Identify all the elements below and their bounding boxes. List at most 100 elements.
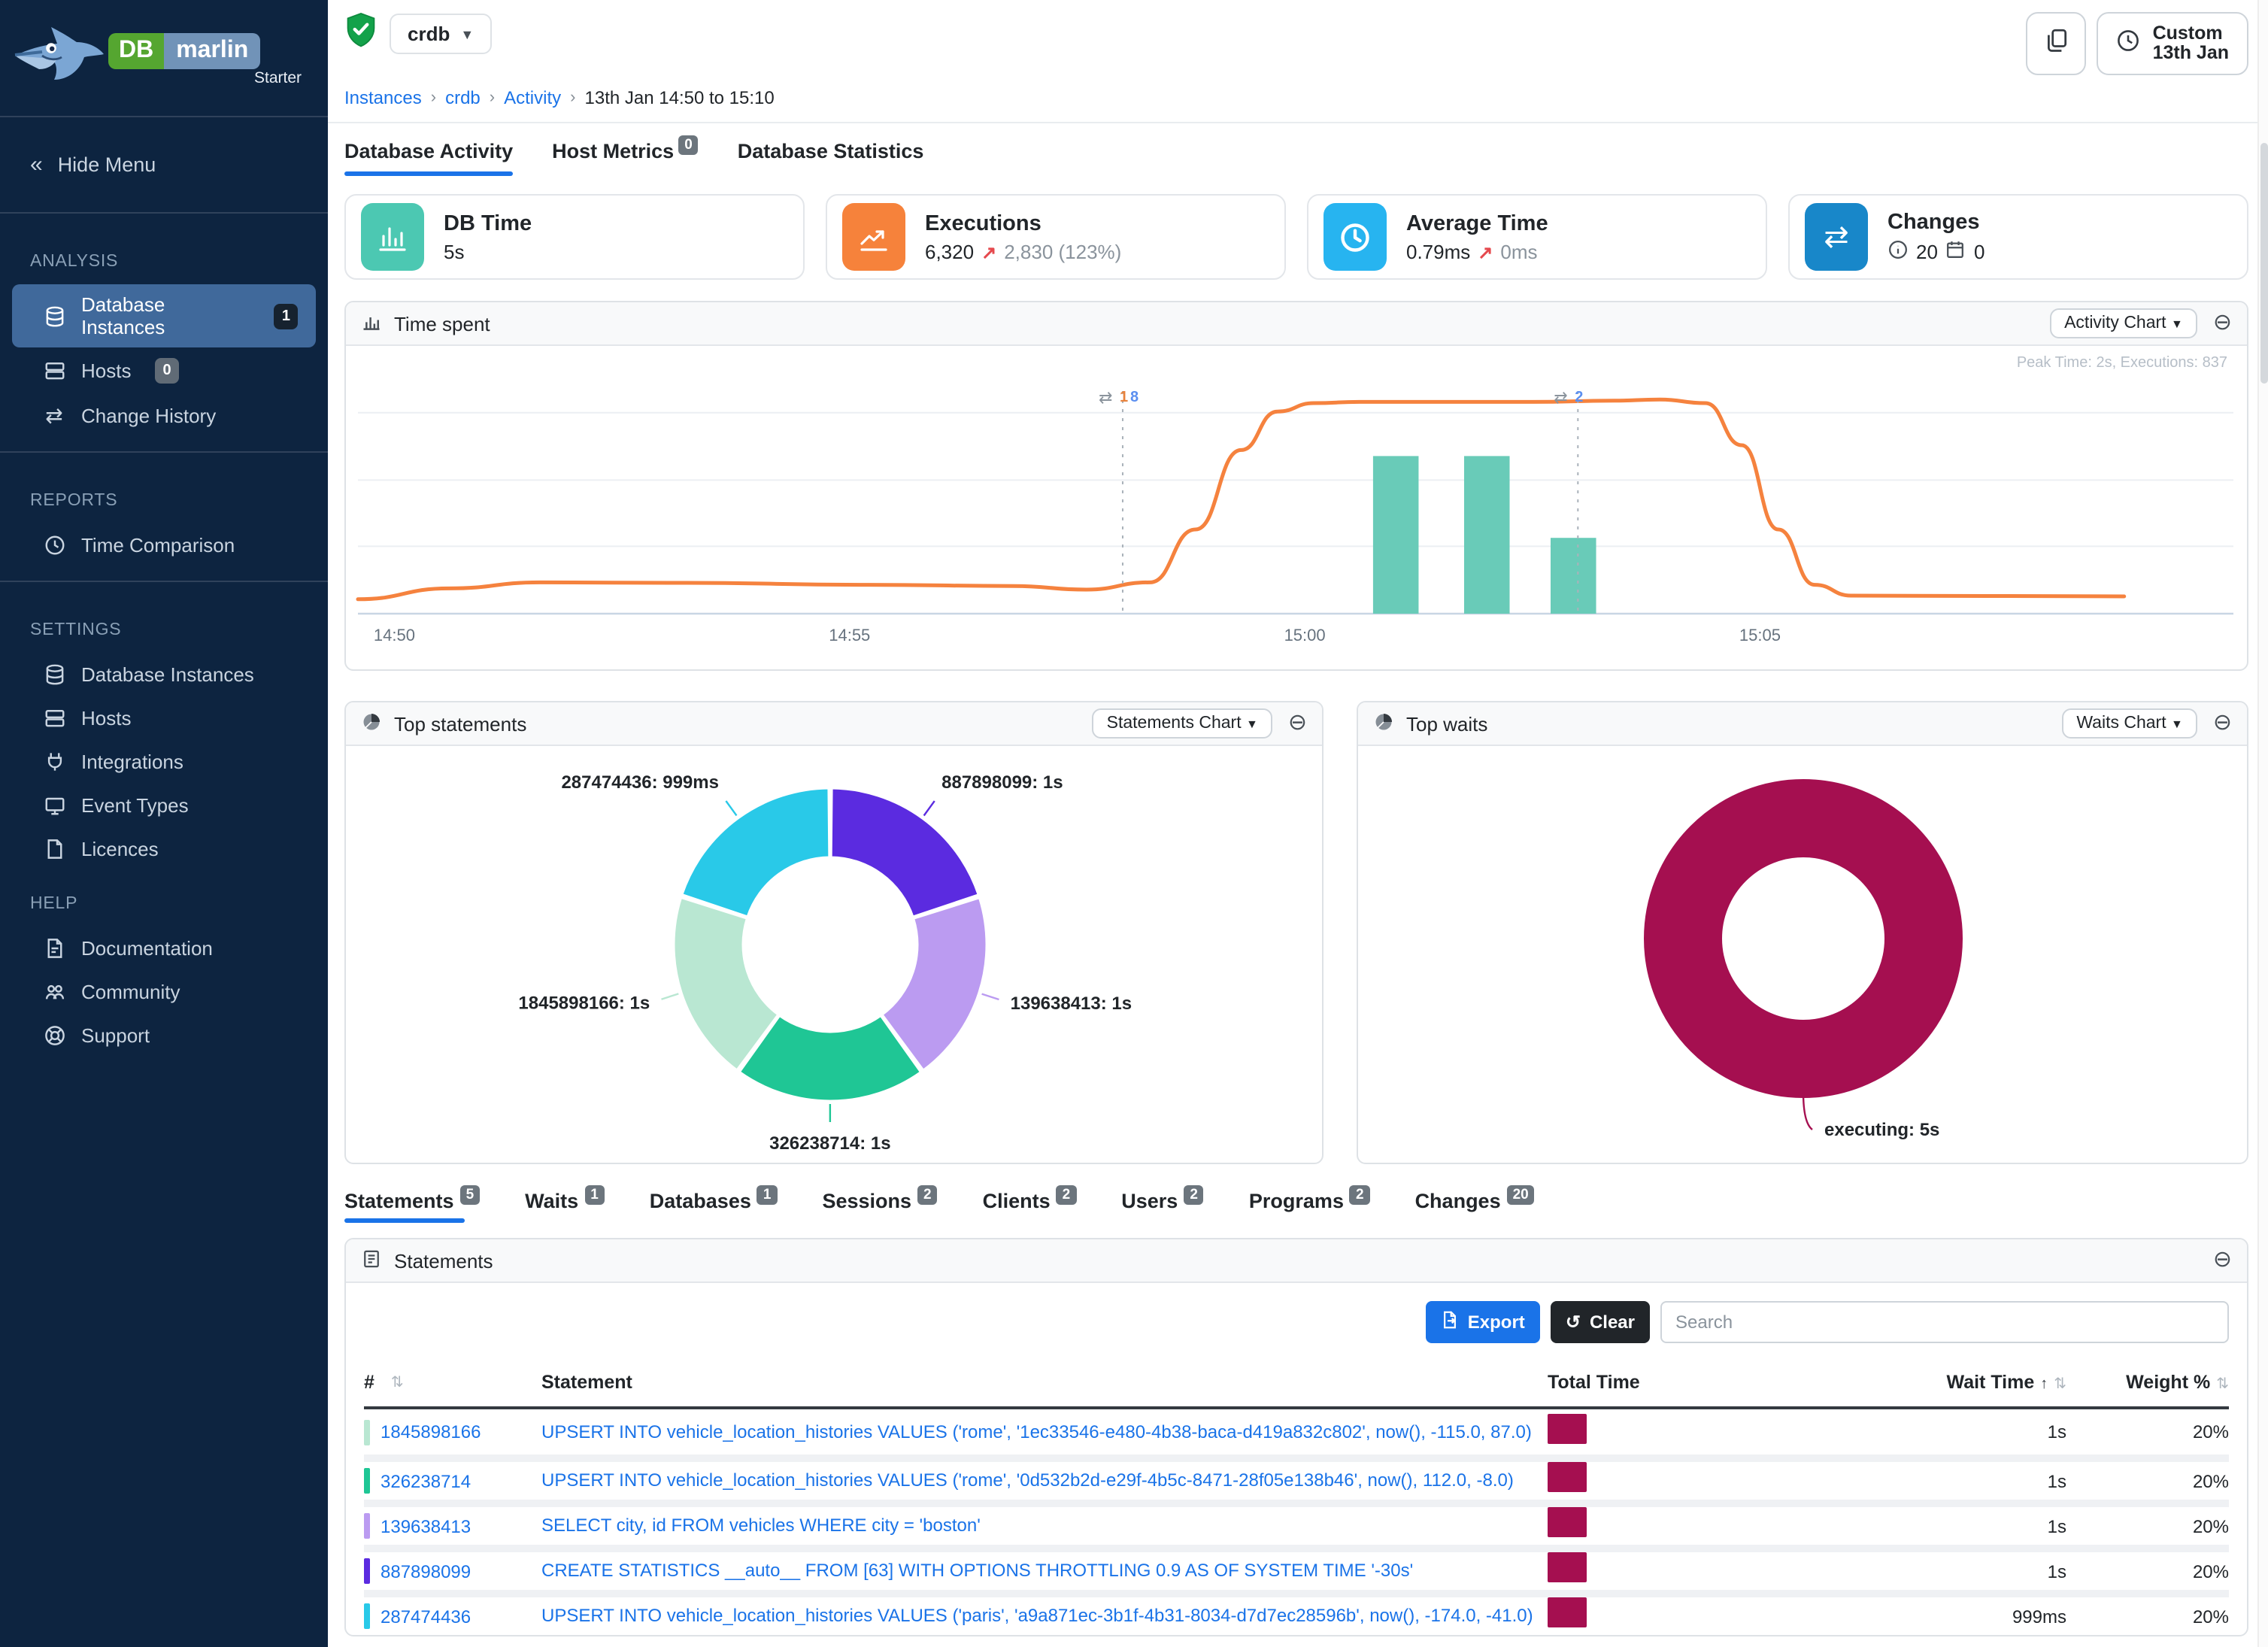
top-waits-chart[interactable]: executing: 5s	[1358, 746, 2247, 1163]
tab-database-activity[interactable]: Database Activity	[344, 140, 513, 176]
sidebar-item-documentation[interactable]: Documentation	[12, 927, 316, 969]
chevron-double-left-icon: «	[30, 152, 43, 177]
change-marker-icon[interactable]: ⇄	[1554, 388, 1567, 407]
metric-card-average-time[interactable]: Average Time0.79ms↗0ms	[1307, 194, 1767, 280]
sidebar-item-database-instances[interactable]: Database Instances	[12, 653, 316, 695]
sort-icon: ⇅	[2216, 1376, 2229, 1393]
tab-database-statistics[interactable]: Database Statistics	[738, 140, 924, 176]
table-header-row: #⇅StatementTotal TimeWait Time↑⇅Weight %…	[364, 1358, 2229, 1409]
statement-id-link[interactable]: 287474436	[381, 1606, 471, 1627]
statement-link[interactable]: UPSERT INTO vehicle_location_histories V…	[541, 1421, 1532, 1442]
statement-id-cell: 139638413	[364, 1513, 541, 1539]
activity-chart-selector[interactable]: Activity Chart ▼	[2049, 308, 2198, 338]
sidebar-item-event-types[interactable]: Event Types	[12, 784, 316, 826]
licence-icon	[42, 836, 66, 860]
clear-button[interactable]: ↺ Clear	[1551, 1301, 1650, 1343]
tab-label: Changes	[1415, 1190, 1501, 1212]
statement-id-cell: 887898099	[364, 1558, 541, 1584]
sidebar-item-database-instances[interactable]: Database Instances1	[12, 284, 316, 347]
donut-slice[interactable]	[1683, 818, 1924, 1059]
time-range-button[interactable]: Custom 13th Jan	[2097, 12, 2248, 75]
column-header-wait-time[interactable]: Wait Time↑⇅	[1924, 1372, 2066, 1393]
collapse-panel-icon[interactable]: ⊖	[2213, 1250, 2232, 1271]
count-badge: 0	[678, 135, 699, 155]
sidebar-item-change-history[interactable]: ⇄Change History	[12, 394, 316, 436]
donut-slice[interactable]	[682, 788, 829, 917]
metric-card-db-time[interactable]: DB Time5s	[344, 194, 805, 280]
collapse-panel-icon[interactable]: ⊖	[1288, 713, 1307, 734]
hide-menu-button[interactable]: « Hide Menu	[0, 132, 328, 197]
scrollbar-thumb[interactable]	[2260, 143, 2268, 384]
sidebar-item-integrations[interactable]: Integrations	[12, 740, 316, 782]
export-button[interactable]: Export	[1426, 1301, 1540, 1343]
tab-clients[interactable]: Clients2	[983, 1190, 1077, 1223]
activity-bar[interactable]	[1373, 456, 1419, 614]
count-badge: 20	[1507, 1185, 1535, 1205]
sidebar-item-community[interactable]: Community	[12, 970, 316, 1012]
statement-link[interactable]: UPSERT INTO vehicle_location_histories V…	[541, 1470, 1514, 1491]
breadcrumb-item[interactable]: Instances	[344, 87, 422, 108]
tab-sessions[interactable]: Sessions2	[822, 1190, 937, 1223]
database-icon	[42, 304, 66, 328]
statement-id-link[interactable]: 326238714	[381, 1470, 471, 1491]
sidebar-section-label: ANALYSIS	[0, 229, 328, 283]
bars-icon	[361, 203, 424, 271]
collapse-panel-icon[interactable]: ⊖	[2213, 313, 2232, 334]
sidebar-item-label: Hosts	[81, 359, 131, 382]
breadcrumb-separator: ›	[490, 89, 495, 107]
statement-id-link[interactable]: 1845898166	[381, 1421, 481, 1442]
sidebar-item-label: Licences	[81, 837, 159, 860]
statement-id-link[interactable]: 139638413	[381, 1515, 471, 1536]
statement-link[interactable]: UPSERT INTO vehicle_location_histories V…	[541, 1606, 1533, 1627]
tab-databases[interactable]: Databases1	[650, 1190, 778, 1223]
instance-selector[interactable]: crdb ▼	[390, 14, 492, 54]
top-statements-chart[interactable]: 887898099: 1s139638413: 1s326238714: 1s1…	[346, 746, 1322, 1163]
tab-waits[interactable]: Waits1	[525, 1190, 605, 1223]
breadcrumb-item[interactable]: crdb	[445, 87, 481, 108]
divider	[0, 451, 328, 453]
statement-link[interactable]: SELECT city, id FROM vehicles WHERE city…	[541, 1515, 981, 1536]
activity-bar[interactable]	[1464, 456, 1510, 614]
search-input[interactable]	[1660, 1301, 2229, 1343]
breadcrumb-item[interactable]: Activity	[504, 87, 561, 108]
db-time-line[interactable]	[358, 399, 2124, 599]
statement-list-icon	[361, 1248, 382, 1273]
metric-card-changes[interactable]: ⇄Changes200	[1788, 194, 2248, 280]
column-header-weight-[interactable]: Weight %⇅	[2066, 1372, 2229, 1393]
brand-marlin-badge: marlin	[164, 33, 260, 69]
copy-link-button[interactable]	[2027, 12, 2087, 75]
sidebar-item-licences[interactable]: Licences	[12, 827, 316, 869]
sidebar-item-support[interactable]: Support	[12, 1014, 316, 1056]
tab-users[interactable]: Users2	[1121, 1190, 1204, 1223]
tab-statements[interactable]: Statements5	[344, 1190, 480, 1223]
statement-link[interactable]: CREATE STATISTICS __auto__ FROM [63] WIT…	[541, 1561, 1413, 1582]
sidebar-item-hosts[interactable]: Hosts0	[12, 349, 316, 393]
column-header--[interactable]: #⇅	[364, 1372, 541, 1393]
wait-time-cell: 1s	[1924, 1515, 2066, 1536]
waits-chart-selector[interactable]: Waits Chart ▼	[2061, 708, 2198, 739]
table-row: 326238714 UPSERT INTO vehicle_location_hi…	[364, 1454, 2229, 1500]
tab-changes[interactable]: Changes20	[1415, 1190, 1535, 1223]
scrollbar[interactable]	[2257, 0, 2268, 1647]
statement-cell: CREATE STATISTICS __auto__ FROM [63] WIT…	[541, 1558, 1548, 1585]
time-spent-chart[interactable]: ⇄18⇄214:5014:5515:0015:05Peak Time: 2s, …	[346, 346, 2247, 669]
logo[interactable]: DB marlin Starter	[0, 0, 328, 101]
table-body: 1845898166 UPSERT INTO vehicle_location_h…	[364, 1409, 2229, 1635]
metric-card-executions[interactable]: Executions6,320↗2,830 (123%)	[826, 194, 1286, 280]
wait-time-cell: 1s	[1924, 1561, 2066, 1582]
tab-programs[interactable]: Programs2	[1249, 1190, 1370, 1223]
change-marker-icon[interactable]: ⇄	[1099, 388, 1112, 407]
donut-slice[interactable]	[831, 788, 978, 917]
tab-host-metrics[interactable]: Host Metrics0	[552, 140, 699, 176]
page-tabs: Database Activity Host Metrics0 Database S…	[344, 123, 2248, 176]
weight-cell: 20%	[2066, 1606, 2229, 1627]
statement-cell: SELECT city, id FROM vehicles WHERE city…	[541, 1512, 1548, 1539]
collapse-panel-icon[interactable]: ⊖	[2213, 713, 2232, 734]
statement-id-link[interactable]: 887898099	[381, 1561, 471, 1582]
activity-bar[interactable]	[1551, 538, 1596, 614]
tab-label: Waits	[525, 1190, 578, 1212]
statements-chart-selector[interactable]: Statements Chart ▼	[1092, 708, 1273, 739]
total-time-bar	[1548, 1413, 1587, 1443]
sidebar-item-time-comparison[interactable]: Time Comparison	[12, 523, 316, 566]
sidebar-item-hosts[interactable]: Hosts	[12, 696, 316, 739]
